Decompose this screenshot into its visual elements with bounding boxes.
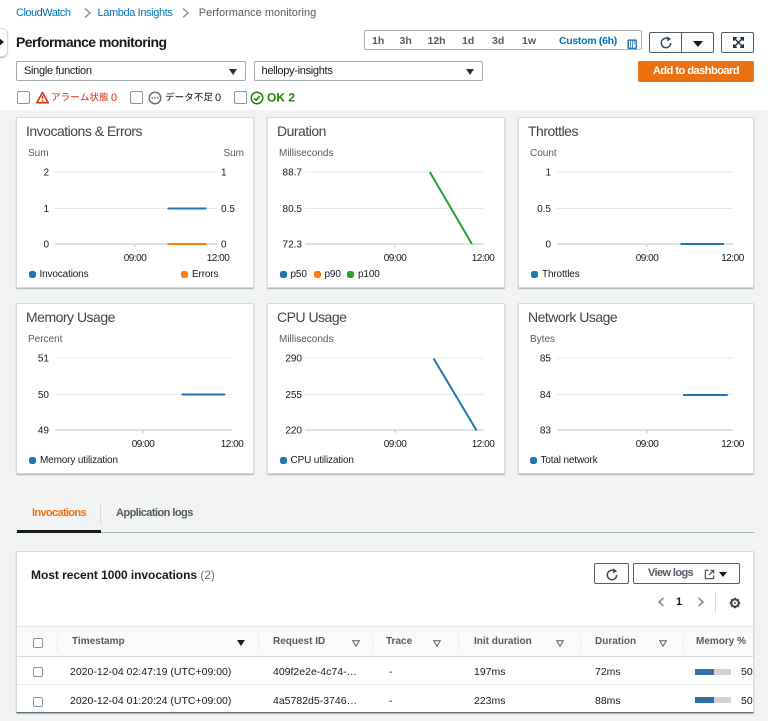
svg-text:290: 290	[285, 354, 302, 365]
svg-text:12:00: 12:00	[721, 439, 744, 450]
svg-text:12:00: 12:00	[721, 253, 744, 264]
svg-text:2: 2	[43, 168, 49, 179]
svg-text:0: 0	[43, 240, 49, 251]
svg-text:72.3: 72.3	[283, 240, 303, 251]
svg-text:80.5: 80.5	[283, 204, 303, 215]
svg-text:0.5: 0.5	[537, 204, 551, 215]
svg-text:12:00: 12:00	[472, 439, 495, 450]
svg-text:84: 84	[540, 390, 552, 401]
svg-text:12:00: 12:00	[221, 439, 244, 450]
svg-text:09:00: 09:00	[384, 439, 407, 450]
svg-text:83: 83	[540, 426, 552, 437]
svg-text:12:00: 12:00	[472, 253, 495, 264]
svg-text:0: 0	[221, 240, 227, 251]
svg-text:09:00: 09:00	[384, 253, 407, 264]
svg-text:09:00: 09:00	[636, 439, 659, 450]
svg-text:0: 0	[545, 240, 551, 251]
svg-text:220: 220	[285, 426, 302, 437]
svg-text:1: 1	[43, 204, 49, 215]
svg-text:85: 85	[540, 354, 552, 365]
svg-text:1: 1	[545, 168, 551, 179]
svg-text:09:00: 09:00	[132, 439, 155, 450]
svg-text:09:00: 09:00	[124, 253, 147, 264]
svg-text:0.5: 0.5	[221, 204, 235, 215]
svg-text:49: 49	[38, 426, 50, 437]
svg-text:1: 1	[221, 168, 227, 179]
svg-text:88.7: 88.7	[283, 168, 303, 179]
svg-text:12:00: 12:00	[207, 253, 230, 264]
svg-text:51: 51	[38, 354, 50, 365]
svg-text:255: 255	[285, 390, 302, 401]
svg-text:09:00: 09:00	[636, 253, 659, 264]
svg-text:50: 50	[38, 390, 50, 401]
